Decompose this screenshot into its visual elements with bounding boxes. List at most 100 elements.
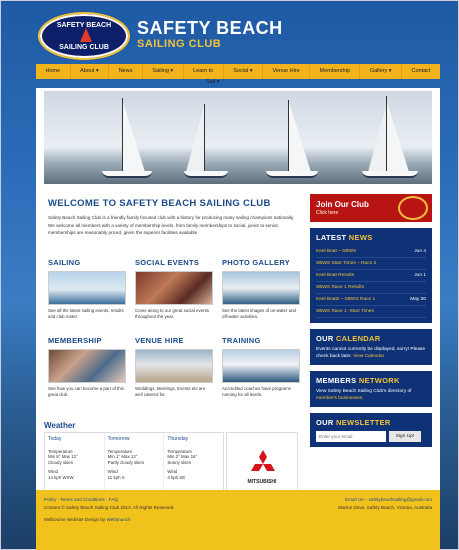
- card-image[interactable]: [135, 349, 213, 383]
- site-title: SAFETY BEACH: [137, 18, 283, 38]
- members-message: View Safety Beach Sailing Club's directo…: [316, 389, 412, 394]
- newsletter-email-input[interactable]: [316, 431, 386, 442]
- news-item[interactable]: SBWS Race 1 Results: [316, 282, 426, 294]
- card-venue-hire[interactable]: VENUE HIRE Weddings, Meetings, Events et…: [135, 336, 213, 398]
- members-heading: MEMBERS NETWORK: [316, 376, 426, 385]
- hull-shape: [362, 171, 418, 178]
- card-sailing[interactable]: SAILING See all the latest sailing event…: [48, 258, 126, 320]
- heading-highlight: NEWSLETTER: [335, 418, 391, 427]
- site-header: SAFETY BEACH SAILING CLUB SAFETY BEACH S…: [36, 12, 440, 64]
- news-title[interactable]: Keel Boat Results: [316, 270, 354, 281]
- main-nav: Home About ▾ News Sailing ▾ Learn to Soc…: [36, 64, 440, 79]
- nav-contact[interactable]: Contact: [402, 64, 440, 79]
- news-item[interactable]: Keel Boats – SBWS Race 1 May 30: [316, 294, 426, 306]
- card-text: Accredited coaches have programs running…: [222, 386, 291, 397]
- site-wrapper: SAFETY BEACH SAILING CLUB SAFETY BEACH S…: [36, 12, 440, 550]
- heading-highlight: NETWORK: [358, 376, 400, 385]
- site-subtitle: SAILING CLUB: [137, 38, 222, 50]
- hull-shape: [102, 171, 152, 178]
- card-image[interactable]: [222, 271, 300, 305]
- sail-shape: [186, 106, 204, 172]
- card-image[interactable]: [135, 271, 213, 305]
- welcome-text: Safety Beach Sailing Club is a friendly …: [48, 215, 295, 235]
- welcome-club-name: SAFETY BEACH SAILING CLUB: [119, 198, 271, 209]
- card-membership[interactable]: MEMBERSHIP See how you can become a part…: [48, 336, 126, 398]
- nav-venue-hire[interactable]: Venue Hire: [263, 64, 311, 79]
- hero-banner-image: [44, 91, 432, 184]
- calendar-box: OUR CALENDAR Events cannot currently be …: [310, 329, 432, 365]
- news-date: Jun 4: [414, 249, 426, 254]
- card-title[interactable]: SOCIAL EVENTS: [135, 258, 213, 267]
- nav-sailing[interactable]: Sailing ▾: [143, 64, 184, 79]
- nav-learn-to-sail[interactable]: Learn to: [184, 64, 224, 79]
- news-title[interactable]: Keel Boats – SBWS Race 1: [316, 294, 375, 305]
- news-item[interactable]: Keel Boat – SBWS Jun 4: [316, 246, 426, 258]
- members-text: View Safety Beach Sailing Club's directo…: [316, 389, 426, 402]
- news-date: May 30: [410, 297, 426, 302]
- news-title[interactable]: SBWS Race 1 Results: [316, 282, 364, 293]
- footer-links[interactable]: Policy · Terms and Conditions · FAQ: [44, 496, 175, 504]
- sail-shape: [123, 102, 145, 172]
- nav-social[interactable]: Social ▾: [224, 64, 264, 79]
- join-title: Join Our Club: [316, 200, 369, 209]
- card-training[interactable]: TRAINING Accredited coaches have program…: [222, 336, 300, 398]
- newsletter-form: Sign Up!: [316, 431, 426, 442]
- sponsor-name: MITSUBISHI: [247, 479, 277, 485]
- news-item[interactable]: SBWS Race 1 -Start Times: [316, 306, 426, 318]
- card-title[interactable]: MEMBERSHIP: [48, 336, 126, 345]
- newsletter-signup-button[interactable]: Sign Up!: [389, 431, 421, 442]
- footer-email-link[interactable]: Email Us – safetybeachsailing@gmail.com: [338, 496, 432, 504]
- latest-news-heading: LATEST NEWS: [316, 233, 426, 242]
- footer-credit: Melbourne Website Design by Websnunch: [44, 516, 175, 524]
- news-title[interactable]: Keel Boat – SBWS: [316, 246, 356, 257]
- weather-day-name: Today: [48, 436, 62, 442]
- nav-gallery[interactable]: Gallery ▾: [360, 64, 403, 79]
- join-link[interactable]: Click here: [316, 210, 338, 216]
- heading-highlight: CALENDAR: [335, 334, 381, 343]
- card-title[interactable]: TRAINING: [222, 336, 300, 345]
- footer-credit-link[interactable]: Websnunch: [106, 517, 130, 522]
- news-item[interactable]: Keel Boat Results Jun 1: [316, 270, 426, 282]
- footer-right: Email Us – safetybeachsailing@gmail.com …: [338, 496, 432, 512]
- calendar-text: Events cannot currently be displayed, so…: [316, 347, 426, 360]
- card-social-events[interactable]: SOCIAL EVENTS Come along to our great so…: [135, 258, 213, 320]
- logo-sail-icon: [80, 28, 92, 42]
- nav-home[interactable]: Home: [36, 64, 71, 79]
- card-title[interactable]: SAILING: [48, 258, 126, 267]
- card-image[interactable]: [48, 271, 126, 305]
- ship-wheel-icon: [398, 196, 428, 220]
- footer-copyright: Content © Safety Beach Sailing Club 2013…: [44, 505, 175, 510]
- site-footer: Policy · Terms and Conditions · FAQ Cont…: [36, 490, 440, 550]
- heading-highlight: NEWS: [348, 233, 373, 242]
- news-title[interactable]: SBWS Race 1 -Start Times: [316, 306, 374, 317]
- card-text: See the latest images of on-water and of…: [222, 308, 296, 319]
- welcome-heading: WELCOME TO SAFETY BEACH SAILING CLUB: [48, 198, 271, 209]
- weather-wind: 11 kph S: [107, 474, 125, 480]
- view-calendar-link[interactable]: View Calendar: [353, 354, 384, 359]
- footer-left: Policy · Terms and Conditions · FAQ Cont…: [44, 496, 175, 524]
- nav-news[interactable]: News: [109, 64, 143, 79]
- weather-wind: 4 kph SE: [167, 474, 186, 480]
- news-title[interactable]: SBWS Start Times – Race 2: [316, 258, 376, 269]
- nav-membership[interactable]: Membership: [310, 64, 361, 79]
- heading-part: MEMBERS: [316, 376, 359, 385]
- nav-learn-to-sail-wrap[interactable]: Sail ▾: [206, 79, 219, 85]
- member-businesses-link[interactable]: member's businesses.: [316, 396, 364, 401]
- news-date: Jun 1: [414, 273, 426, 278]
- card-title[interactable]: PHOTO GALLERY: [222, 258, 300, 267]
- footer-credit-prefix: Melbourne Website Design by: [44, 517, 107, 522]
- card-image[interactable]: [222, 349, 300, 383]
- newsletter-box: OUR NEWSLETTER Sign Up!: [310, 413, 432, 447]
- card-title[interactable]: VENUE HIRE: [135, 336, 213, 345]
- club-logo[interactable]: SAFETY BEACH SAILING CLUB: [38, 12, 130, 60]
- card-photo-gallery[interactable]: PHOTO GALLERY See the latest images of o…: [222, 258, 300, 320]
- sail-shape: [368, 106, 386, 172]
- main-panel: WELCOME TO SAFETY BEACH SAILING CLUB Saf…: [36, 88, 440, 528]
- nav-about[interactable]: About ▾: [71, 64, 110, 79]
- card-image[interactable]: [48, 349, 126, 383]
- weather-day-name: Tomorrow: [107, 436, 130, 442]
- news-item[interactable]: SBWS Start Times – Race 2: [316, 258, 426, 270]
- card-text: Come along to our great social events th…: [135, 308, 209, 319]
- join-club-banner[interactable]: Join Our Club Click here: [310, 194, 432, 222]
- sail-shape: [289, 102, 311, 172]
